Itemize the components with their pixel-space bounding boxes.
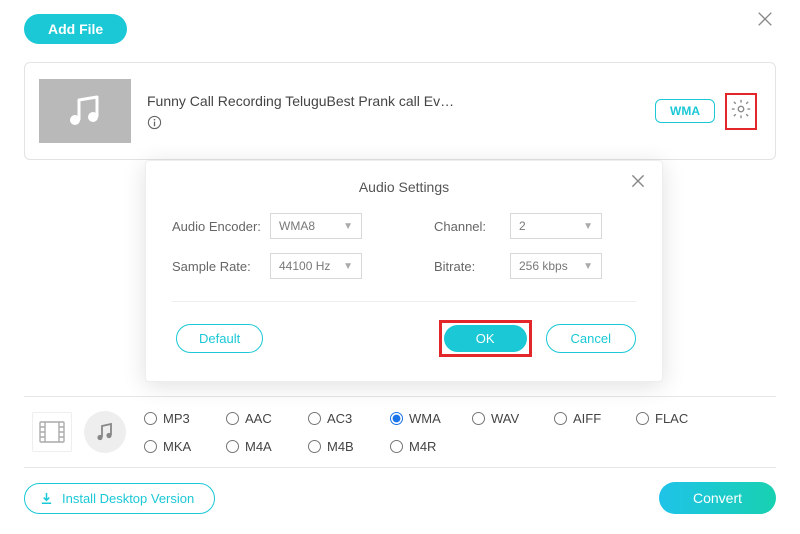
encoder-value: WMA8 [279,219,315,233]
audio-settings-dialog: Audio Settings Audio Encoder: WMA8 ▼ Chan… [145,160,663,382]
format-radio-wma[interactable]: WMA [390,411,472,426]
cancel-button[interactable]: Cancel [546,324,636,353]
info-icon[interactable] [147,115,162,130]
format-radio-flac[interactable]: FLAC [636,411,718,426]
bitrate-select[interactable]: 256 kbps ▼ [510,253,602,279]
format-radio-aac[interactable]: AAC [226,411,308,426]
format-radio-aiff[interactable]: AIFF [554,411,636,426]
sample-rate-value: 44100 Hz [279,259,330,273]
chevron-down-icon: ▼ [583,221,593,232]
music-note-icon [94,421,116,443]
add-file-button[interactable]: Add File [24,14,127,44]
install-desktop-button[interactable]: Install Desktop Version [24,483,215,514]
format-radio-ac3[interactable]: AC3 [308,411,390,426]
convert-button[interactable]: Convert [659,482,776,514]
chevron-down-icon: ▼ [343,261,353,272]
format-bar: MP3 AAC AC3 WMA WAV AIFF FLAC MKA M4A M4… [24,397,776,468]
chevron-down-icon: ▼ [583,261,593,272]
music-note-icon [63,91,107,131]
ok-highlight: OK [439,320,532,357]
gear-icon[interactable] [730,98,752,125]
audio-tab-icon[interactable] [84,411,126,453]
close-icon[interactable] [756,8,774,34]
format-radio-mp3[interactable]: MP3 [144,411,226,426]
channel-value: 2 [519,219,526,233]
file-row: Funny Call Recording TeluguBest Prank ca… [24,62,776,160]
channel-select[interactable]: 2▼ [510,213,602,239]
file-thumbnail [39,79,131,143]
settings-highlight [725,93,757,130]
format-radio-m4r[interactable]: M4R [390,439,472,454]
sample-rate-select[interactable]: 44100 Hz ▼ [270,253,362,279]
format-radio-mka[interactable]: MKA [144,439,226,454]
format-radio-wav[interactable]: WAV [472,411,554,426]
chevron-down-icon: ▼ [343,221,353,232]
channel-label: Channel: [434,219,504,234]
format-radio-m4b[interactable]: M4B [308,439,390,454]
format-radio-m4a[interactable]: M4A [226,439,308,454]
dialog-title: Audio Settings [172,179,636,195]
download-icon [39,491,54,506]
bitrate-label: Bitrate: [434,259,504,274]
encoder-select[interactable]: WMA8 ▼ [270,213,362,239]
format-badge[interactable]: WMA [655,99,715,123]
file-title: Funny Call Recording TeluguBest Prank ca… [147,93,639,109]
bitrate-value: 256 kbps [519,259,568,273]
sample-rate-label: Sample Rate: [172,259,264,274]
default-button[interactable]: Default [176,324,263,353]
dialog-close-icon[interactable] [630,173,646,194]
ok-button[interactable]: OK [444,325,527,352]
video-tab-icon[interactable] [32,412,72,452]
encoder-label: Audio Encoder: [172,219,264,234]
